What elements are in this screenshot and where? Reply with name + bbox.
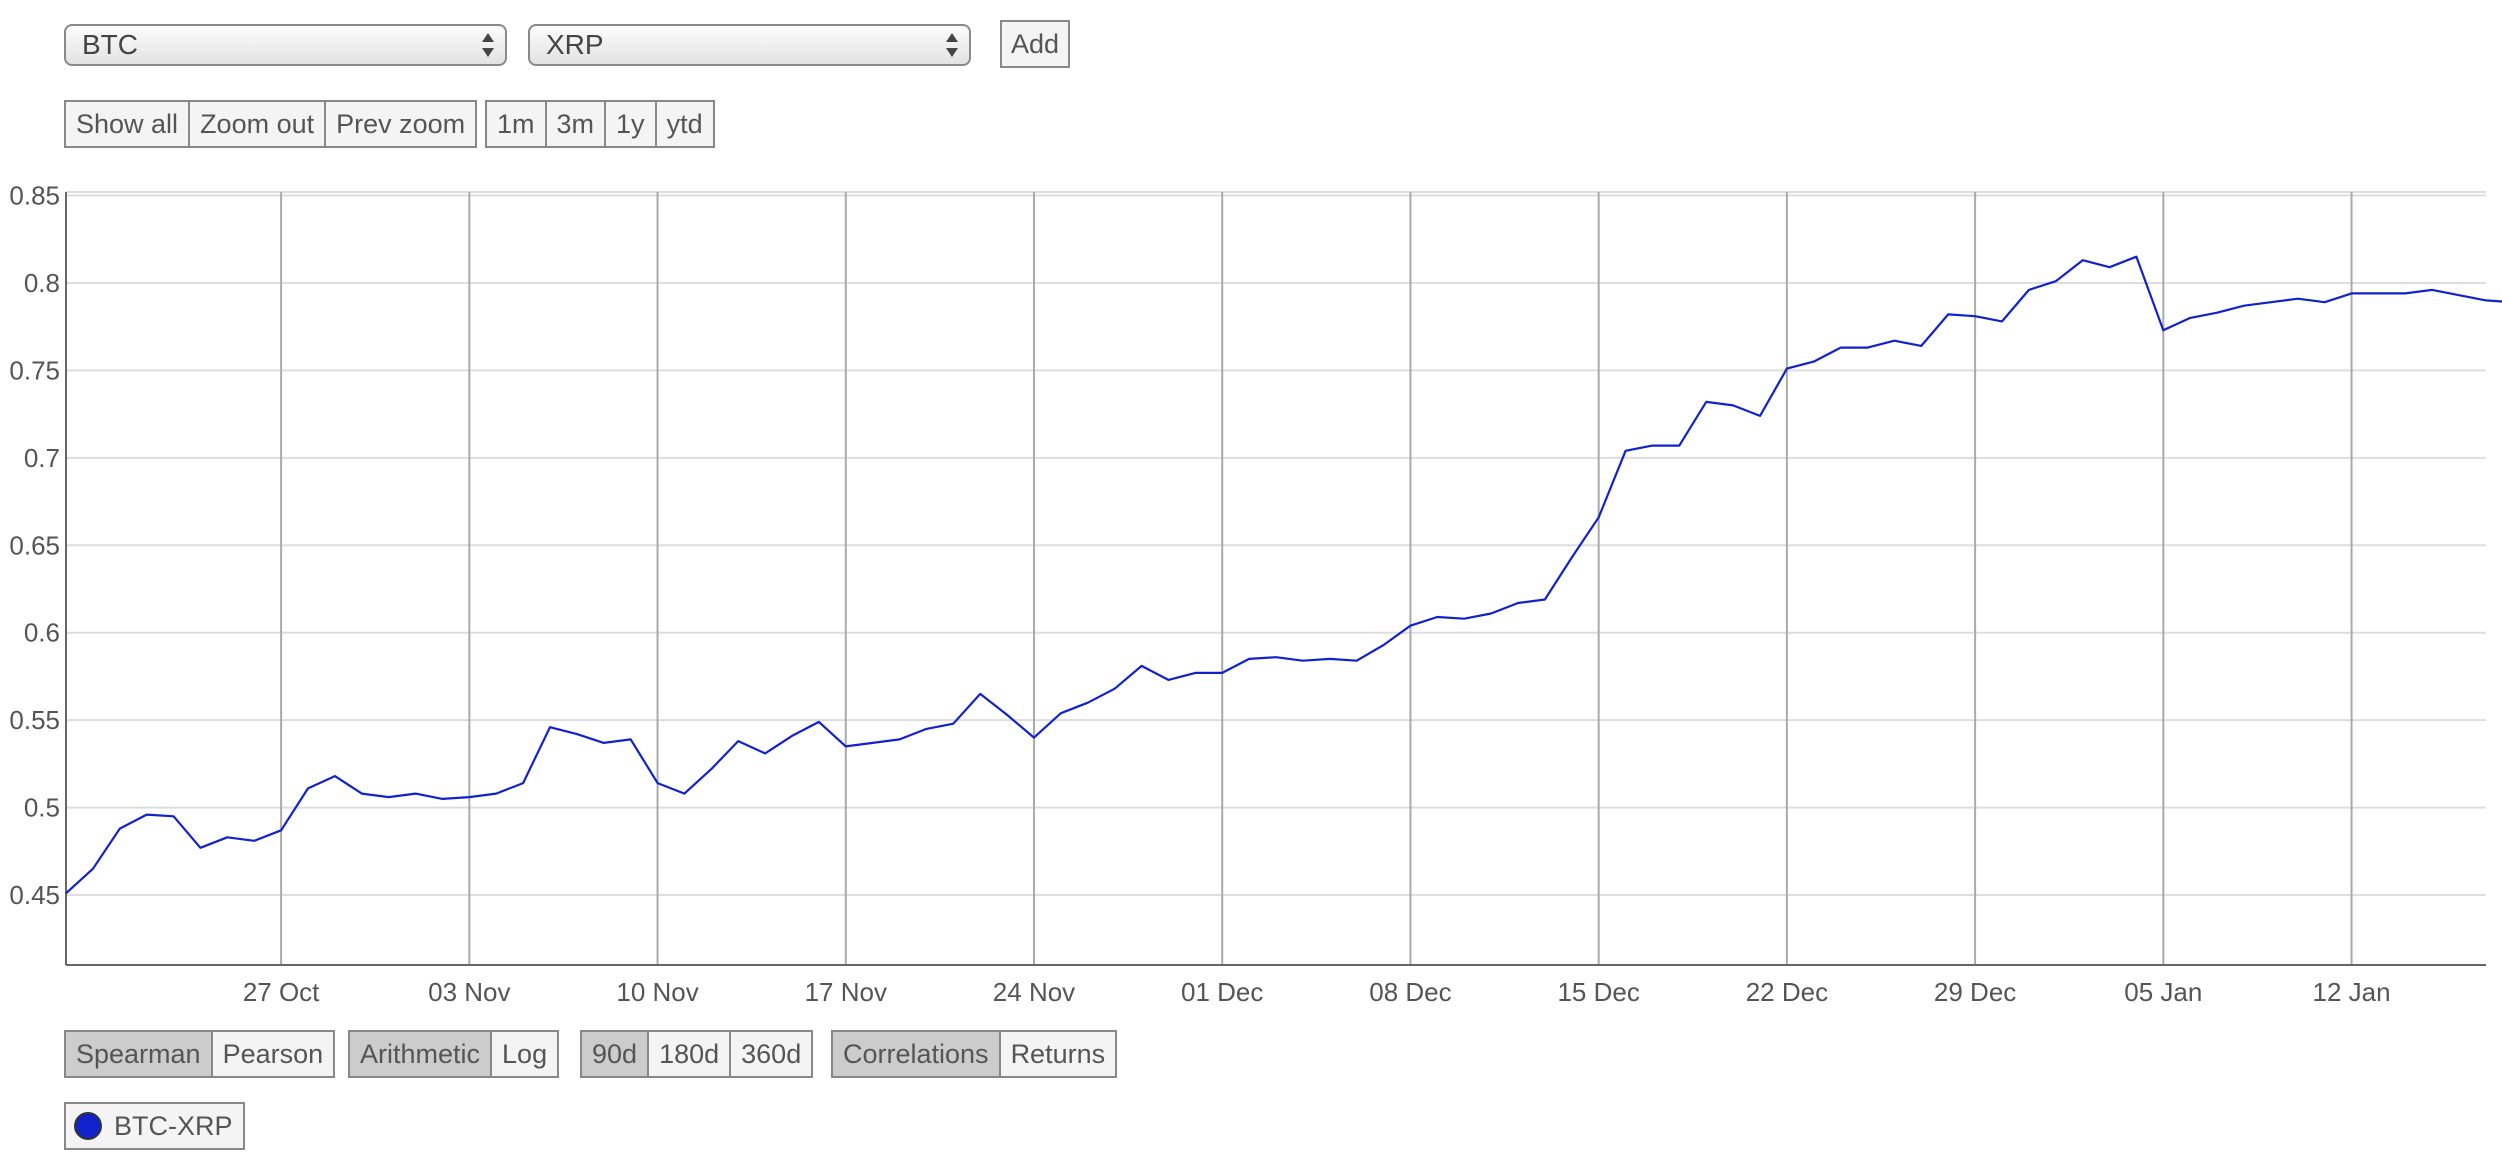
legend-label: BTC-XRP [114,1110,233,1141]
range-ytd-button[interactable]: ytd [654,100,715,148]
y-tick-label: 0.6 [24,618,60,648]
range-1m-button[interactable]: 1m [485,100,547,148]
x-tick-label: 15 Dec [1557,977,1639,1007]
x-tick-label: 05 Jan [2124,977,2202,1007]
add-button[interactable]: Add [1000,20,1070,68]
asset-b-value: XRP [546,29,604,60]
series-color-swatch [74,1112,102,1140]
y-tick-label: 0.55 [9,705,60,735]
x-tick-label: 24 Nov [993,977,1075,1007]
x-tick-label: 12 Jan [2313,977,2391,1007]
returns-button[interactable]: Returns [998,1030,1118,1078]
range-3m-button[interactable]: 3m [544,100,607,148]
x-tick-label: 08 Dec [1369,977,1451,1007]
x-tick-label: 29 Dec [1934,977,2016,1007]
spearman-button[interactable]: Spearman [64,1030,213,1078]
pearson-button[interactable]: Pearson [210,1030,336,1078]
range-button-group: 1m 3m 1y ytd [485,100,715,148]
y-tick-label: 0.65 [9,530,60,560]
range-1y-button[interactable]: 1y [604,100,657,148]
method-toggle-group: Spearman Pearson [64,1030,336,1078]
asset-a-value: BTC [82,29,138,60]
x-tick-label: 03 Nov [428,977,510,1007]
y-tick-label: 0.75 [9,355,60,385]
x-tick-label: 01 Dec [1181,977,1263,1007]
window-180d-button[interactable]: 180d [647,1030,732,1078]
zoom-button-group: Show all Zoom out Prev zoom [64,100,478,148]
scale-toggle-group: Arithmetic Log [348,1030,560,1078]
legend-item-btc-xrp[interactable]: BTC-XRP [64,1102,245,1150]
series-line-btc-xrp [65,255,2502,895]
select-arrows-icon [482,33,494,57]
tick-label-layer: 0.45 0.5 0.55 0.6 0.65 0.7 0.75 0.8 0.85 27 Oct 03… [9,180,2390,1007]
asset-b-select[interactable]: XRP [528,24,971,66]
arithmetic-button[interactable]: Arithmetic [348,1030,493,1078]
correlation-chart[interactable]: 0.45 0.5 0.55 0.6 0.65 0.7 0.75 0.8 0.85 27 Oct 03… [0,180,2502,1030]
x-tick-label: 22 Dec [1746,977,1828,1007]
select-arrows-icon [946,33,958,57]
y-tick-label: 0.8 [24,268,60,298]
y-tick-label: 0.45 [9,880,60,910]
asset-a-select[interactable]: BTC [64,24,507,66]
window-90d-button[interactable]: 90d [580,1030,650,1078]
window-toggle-group: 90d 180d 360d [580,1030,814,1078]
grid-layer [66,191,2486,965]
x-tick-label: 27 Oct [243,977,320,1007]
y-tick-label: 0.85 [9,180,60,210]
axis-layer [65,192,2486,966]
log-button[interactable]: Log [490,1030,560,1078]
window-360d-button[interactable]: 360d [729,1030,814,1078]
mode-toggle-group: Correlations Returns [831,1030,1118,1078]
x-tick-label: 10 Nov [616,977,698,1007]
series-layer [65,255,2502,895]
y-tick-label: 0.7 [24,443,60,473]
show-all-button[interactable]: Show all [64,100,191,148]
y-tick-label: 0.5 [24,793,60,823]
prev-zoom-button[interactable]: Prev zoom [324,100,478,148]
correlations-button[interactable]: Correlations [831,1030,1001,1078]
x-tick-label: 17 Nov [805,977,887,1007]
zoom-out-button[interactable]: Zoom out [188,100,327,148]
